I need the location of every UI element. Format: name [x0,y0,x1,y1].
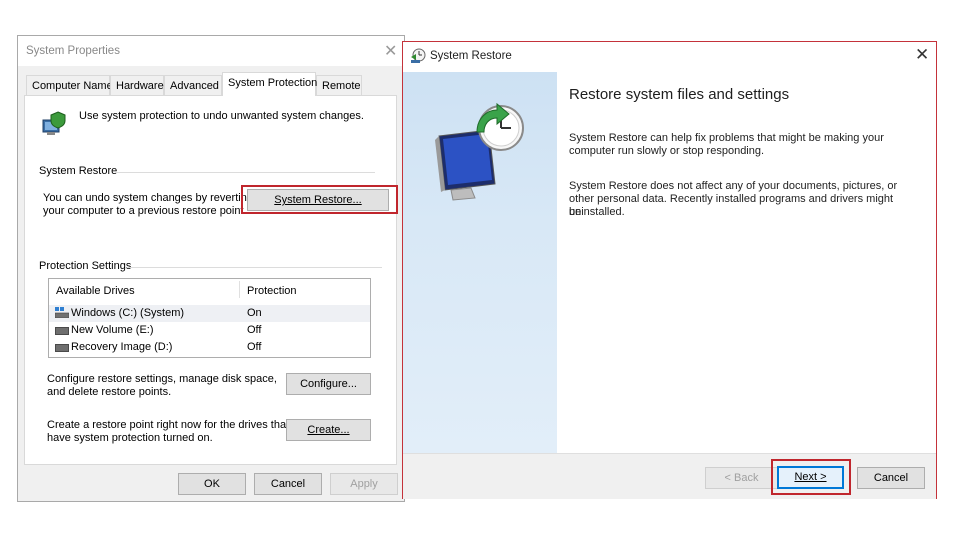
create-text-line2: have system protection turned on. [47,432,213,444]
restore-text-line1: You can undo system changes by reverting [43,192,253,204]
column-separator [239,281,240,298]
intro-text: Use system protection to undo unwanted s… [79,110,364,122]
side-panel [403,72,557,453]
tab-remote[interactable]: Remote [316,75,362,95]
table-row[interactable]: Recovery Image (D:) Off [49,339,370,356]
system-protection-icon [40,110,68,138]
drive-protection: On [247,307,262,319]
drive-icon [55,344,69,352]
system-restore-button-label: System Restore... [274,194,362,206]
next-button[interactable]: Next > [777,466,844,489]
description-line: System Restore does not affect any of yo… [569,180,898,192]
create-text-line1: Create a restore point right now for the… [47,419,290,431]
system-restore-button[interactable]: System Restore... [247,189,389,211]
apply-button-label: Apply [350,478,378,490]
window-title: System Properties [26,45,120,57]
configure-button-label: Configure... [300,378,357,390]
back-button-label: < Back [724,472,759,484]
drive-icon [55,327,69,335]
back-button[interactable]: < Back [705,467,778,489]
description-line: System Restore can help fix problems tha… [569,132,884,144]
next-button-label: Next > [794,471,827,483]
column-header-protection: Protection [247,285,297,297]
divider [128,267,382,268]
drive-protection: Off [247,324,262,336]
create-button[interactable]: Create... [286,419,371,441]
description-line: uninstalled. [569,206,625,218]
cancel-button-label: Cancel [873,472,909,484]
window-title: System Restore [430,50,512,62]
column-header-available-drives: Available Drives [56,285,135,297]
system-properties-window: System Properties ✕ Computer Name Hardwa… [17,35,405,502]
close-icon[interactable]: ✕ [384,41,397,61]
cancel-button[interactable]: Cancel [254,473,322,495]
group-label-system-restore: System Restore [39,165,118,177]
configure-button[interactable]: Configure... [286,373,371,395]
divider [115,172,375,173]
table-row[interactable]: Windows (C:) (System) On [49,305,370,322]
restore-text-line2: your computer to a previous restore poin… [43,205,247,217]
ok-button[interactable]: OK [178,473,246,495]
close-icon[interactable]: ✕ [915,45,929,65]
page-title: Restore system files and settings [569,86,790,103]
description-line: computer run slowly or stop responding. [569,145,765,157]
tab-advanced[interactable]: Advanced [164,75,222,95]
system-restore-window: System Restore ✕ Restore system files an… [402,41,937,499]
drive-name: Recovery Image (D:) [71,341,173,353]
cancel-button[interactable]: Cancel [857,467,925,489]
drive-name: New Volume (E:) [71,324,154,336]
drive-name: Windows (C:) (System) [71,307,185,319]
drive-protection: Off [247,341,262,353]
system-drive-icon [54,307,70,319]
create-button-label: Create... [307,424,350,436]
ok-button-label: OK [204,478,220,490]
title-bar: System Properties ✕ [18,36,404,66]
system-restore-title-icon [410,48,426,64]
restore-monitor-clock-icon [431,102,531,202]
configure-text-line1: Configure restore settings, manage disk … [47,373,277,385]
group-label-protection-settings: Protection Settings [39,260,132,272]
apply-button[interactable]: Apply [330,473,398,495]
tab-hardware[interactable]: Hardware [110,75,164,95]
cancel-button-label: Cancel [270,478,306,490]
configure-text-line2: and delete restore points. [47,386,172,398]
drives-table[interactable]: Available Drives Protection Windows (C:)… [48,278,371,358]
footer: < Back Next > Cancel [403,453,936,499]
table-row[interactable]: New Volume (E:) Off [49,322,370,339]
tab-system-protection[interactable]: System Protection [222,72,317,96]
tab-computer-name[interactable]: Computer Name [26,75,113,95]
